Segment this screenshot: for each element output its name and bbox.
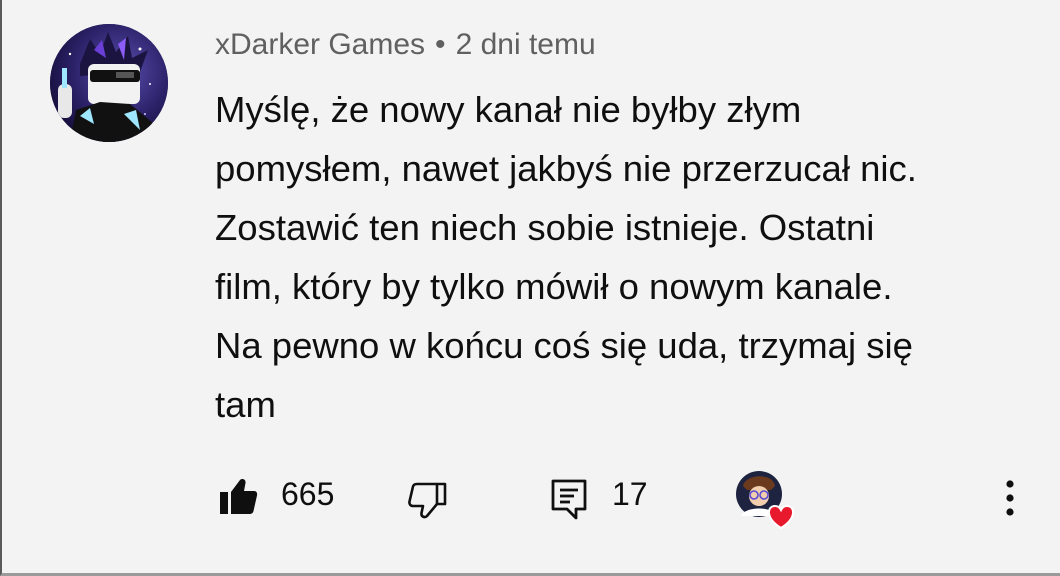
more-vertical-icon[interactable]: [998, 476, 1022, 520]
comment-line: tam: [215, 384, 276, 425]
comment-line: Myślę, że nowy kanał nie byłby złym: [215, 89, 802, 130]
comment-timestamp[interactable]: 2 dni temu: [456, 28, 596, 61]
thumbs-up-icon[interactable]: [218, 476, 258, 516]
comment-line: pomysłem, nawet jakbyś nie przerzucał ni…: [215, 148, 917, 189]
reply-count[interactable]: 17: [612, 474, 648, 514]
like-count: 665: [281, 476, 335, 512]
comment-reply-icon[interactable]: [550, 478, 588, 520]
creator-heart-icon: [735, 470, 799, 534]
separator-dot: •: [435, 28, 446, 61]
comment-card: xDarker Games • 2 dni temu Myślę, że nowy …: [0, 0, 1060, 576]
comment-line: Zostawić ten niech sobie istnieje. Ostat…: [215, 207, 875, 248]
comment-header: xDarker Games • 2 dni temu: [215, 26, 596, 64]
comment-actions: 665 17: [2, 466, 1060, 530]
thumbs-down-icon[interactable]: [407, 480, 447, 520]
comment-line: Na pewno w końcu coś się uda, trzymaj si…: [215, 325, 913, 366]
author-name[interactable]: xDarker Games: [215, 28, 425, 61]
author-avatar-image: [50, 24, 168, 142]
author-avatar[interactable]: [50, 24, 168, 142]
comment-line: film, który by tylko mówił o nowym kanal…: [215, 266, 893, 307]
comment-text: Myślę, że nowy kanał nie byłby złym pomy…: [215, 80, 1035, 434]
